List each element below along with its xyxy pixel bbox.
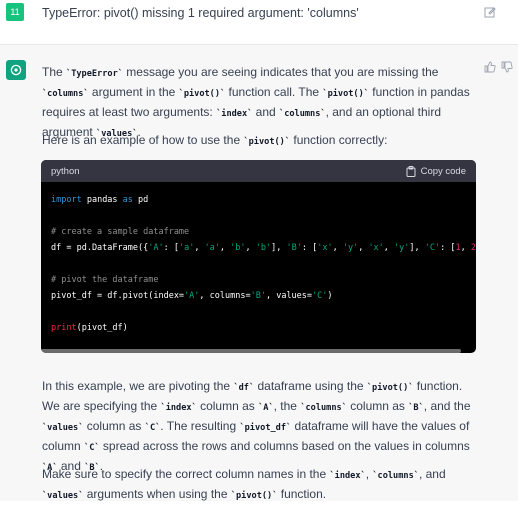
openai-logo-icon <box>10 64 22 76</box>
code-content: import pandas as pd # create a sample da… <box>41 182 476 336</box>
assistant-avatar <box>6 60 26 80</box>
code-line-3: df = pd.DataFrame({'A': ['a', 'a', 'b', … <box>51 243 476 253</box>
thumbs-down-icon[interactable] <box>501 61 513 73</box>
assistant-paragraph-2: Here is an example of how to use the `pi… <box>42 133 388 147</box>
code-line-6: print(pivot_df) <box>51 323 128 333</box>
assistant-paragraph-4: Make sure to specify the correct column … <box>42 467 446 501</box>
code-line-1: import pandas as pd <box>51 195 149 205</box>
user-avatar: 11 <box>6 3 24 21</box>
edit-icon[interactable] <box>484 6 496 18</box>
copy-code-button[interactable]: Copy code <box>406 165 466 177</box>
user-message-text: TypeError: pivot() missing 1 required ar… <box>42 6 359 20</box>
user-message-row: 11 TypeError: pivot() missing 1 required… <box>0 0 518 45</box>
code-line-4: # pivot the dataframe <box>51 275 159 285</box>
code-horizontal-scrollbar[interactable] <box>41 349 461 353</box>
code-block-header: python Copy code <box>41 160 476 182</box>
code-line-5: pivot_df = df.pivot(index='A', columns='… <box>51 291 333 301</box>
assistant-paragraph-3: In this example, we are pivoting the `df… <box>42 379 471 473</box>
assistant-message-row: The `TypeError` message you are seeing i… <box>0 45 518 501</box>
code-block: python Copy code import pandas as pd # c… <box>41 160 476 353</box>
code-language-label: python <box>51 165 80 177</box>
copy-code-label: Copy code <box>420 165 466 177</box>
thumbs-up-icon[interactable] <box>484 61 496 73</box>
clipboard-icon <box>406 165 416 177</box>
code-line-2: # create a sample dataframe <box>51 227 190 237</box>
